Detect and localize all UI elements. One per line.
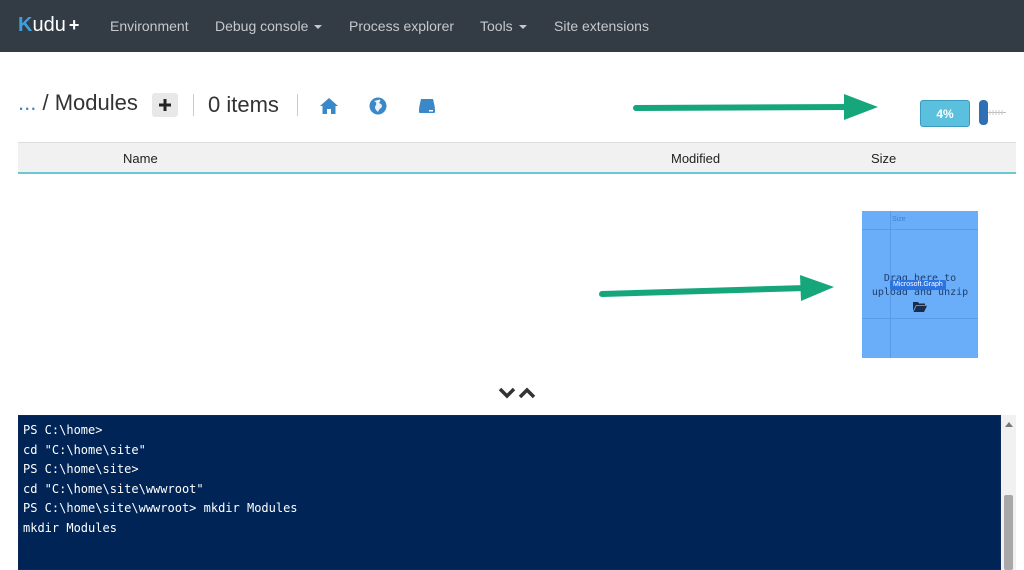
column-header-size[interactable]: Size [871, 151, 896, 166]
column-header-name[interactable]: Name [123, 151, 158, 166]
plus-icon [159, 99, 171, 111]
breadcrumb: ... / Modules [18, 90, 138, 122]
nav-tools[interactable]: Tools [480, 18, 527, 34]
divider [297, 94, 298, 116]
file-table-header: Name Modified Size [18, 142, 1016, 174]
breadcrumb-current: Modules [54, 90, 138, 115]
resize-chevrons-icon[interactable] [498, 384, 538, 402]
nav-process-explorer[interactable]: Process explorer [349, 18, 454, 34]
nav-environment[interactable]: Environment [110, 18, 189, 34]
drive-icon[interactable] [417, 96, 437, 116]
top-navbar: Kudu + Environment Debug console Process … [0, 0, 1024, 52]
nav-site-extensions-label: Site extensions [554, 18, 649, 34]
console-scrollbar[interactable] [1001, 415, 1016, 570]
progress-track-icon [988, 110, 1006, 115]
console-line: PS C:\home\site\wwwroot> mkdir Modules [23, 501, 298, 515]
console-line: cd "C:\home\site" [23, 442, 146, 457]
caret-down-icon [314, 25, 323, 30]
console-line: PS C:\home\site> [23, 462, 139, 476]
breadcrumb-separator: / [42, 90, 49, 115]
brand-plus: + [68, 15, 80, 35]
scrollbar-thumb[interactable] [1004, 495, 1013, 570]
nav-environment-label: Environment [110, 18, 189, 34]
drop-zone-gridline [862, 318, 978, 319]
brand-k: K [18, 14, 33, 36]
powershell-console[interactable]: PS C:\home> cd "C:\home\site" PS C:\home… [18, 415, 1001, 570]
scroll-up-arrow-icon[interactable] [1005, 422, 1013, 427]
kudu-logo[interactable]: Kudu + [18, 14, 79, 38]
brand-text: udu [32, 14, 66, 36]
drop-zone-size-header: Size [892, 216, 906, 223]
globe-icon[interactable] [368, 96, 388, 116]
console-line: cd "C:\home\site\wwwroot" [23, 481, 204, 496]
nav-tools-label: Tools [480, 18, 513, 34]
console-line: mkdir Modules [23, 520, 117, 535]
caret-down-icon [518, 25, 527, 30]
nav-process-explorer-label: Process explorer [349, 18, 455, 34]
nav-debug-console[interactable]: Debug console [215, 18, 323, 34]
console-line: PS C:\home> [23, 423, 103, 437]
drop-zone-gridline [862, 229, 978, 230]
nav-debug-console-label: Debug console [215, 18, 309, 34]
items-count: 0 items [208, 92, 279, 117]
add-button[interactable] [152, 93, 178, 117]
column-header-modified[interactable]: Modified [671, 151, 720, 166]
upload-progress-handle [979, 100, 988, 125]
upload-progress-badge: 4% [920, 100, 970, 127]
divider [193, 94, 194, 116]
annotation-arrow-icon [599, 275, 834, 301]
drop-zone[interactable]: Size Drag here to upload and unzip Micro… [862, 211, 978, 358]
annotation-arrow-icon [633, 94, 878, 120]
folder-open-icon [913, 302, 927, 312]
home-icon[interactable] [319, 96, 339, 116]
drag-file-tag: Microsoft.Graph [890, 280, 946, 290]
nav-site-extensions[interactable]: Site extensions [554, 18, 649, 34]
breadcrumb-parent-link[interactable]: ... [18, 90, 36, 115]
